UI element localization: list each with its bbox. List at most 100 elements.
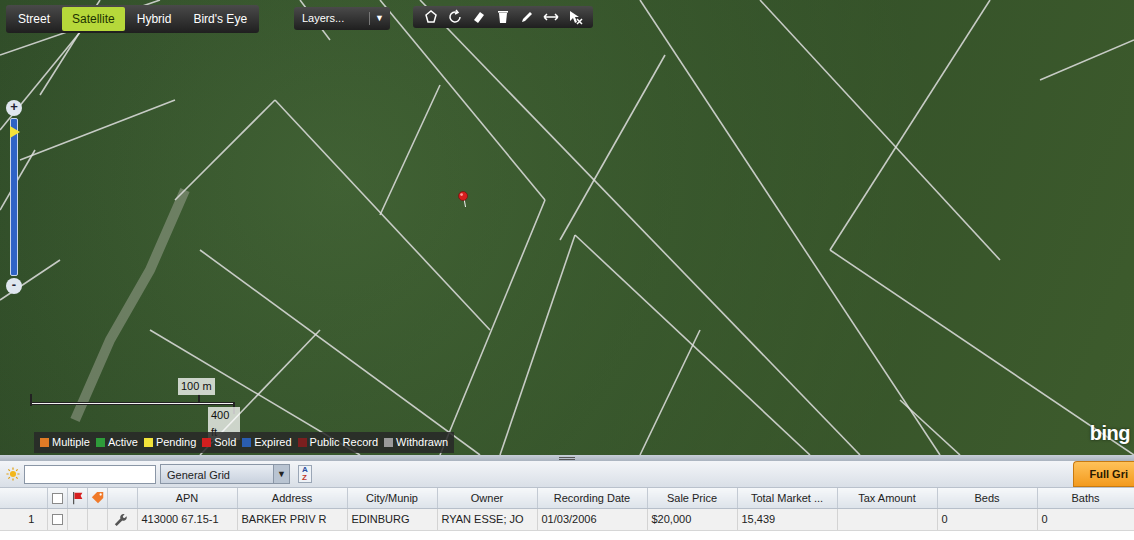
legend-item: Sold (202, 434, 236, 451)
sort-bottom-letter: Z (302, 474, 308, 482)
legend-item: Withdrawn (384, 434, 448, 451)
results-table: APNAddressCity/MunipOwnerRecording DateS… (0, 488, 1134, 531)
column-header[interactable]: Address (237, 488, 347, 508)
column-header[interactable]: APN (137, 488, 237, 508)
parcel-lines (0, 0, 1134, 455)
zoom-control: +- (6, 100, 22, 294)
legend-swatch (144, 438, 153, 447)
row-checkbox[interactable] (52, 514, 63, 525)
legend-item: Multiple (40, 434, 90, 451)
table-cell (837, 508, 937, 530)
row-select-cell (47, 508, 67, 530)
column-header[interactable]: Tax Amount (837, 488, 937, 508)
grid-search-field[interactable] (24, 465, 156, 484)
layers-label: Layers... (302, 10, 344, 27)
scale-line (30, 402, 234, 405)
table-cell: 0 (1037, 508, 1134, 530)
column-header[interactable]: Sale Price (647, 488, 737, 508)
legend-item: Public Record (298, 434, 378, 451)
circle-tool-icon[interactable] (447, 9, 463, 25)
legend-label: Withdrawn (396, 436, 448, 448)
tag-header (87, 488, 107, 508)
scale-metric: 100 m (178, 378, 215, 395)
flag-cell (67, 508, 87, 530)
delete-tool-icon[interactable] (495, 9, 511, 25)
legend-item: Pending (144, 434, 196, 451)
legend-label: Active (108, 436, 138, 448)
table-cell: 15,439 (737, 508, 837, 530)
sun-icon (6, 467, 20, 481)
status-legend: Multiple Active Pending Sold Expired Public R… (34, 432, 454, 453)
clear-selection-icon[interactable] (567, 9, 583, 25)
column-header[interactable]: Baths (1037, 488, 1134, 508)
map-type-tab[interactable]: Bird's Eye (183, 7, 257, 31)
column-header[interactable]: Owner (437, 488, 537, 508)
scale-tick (198, 394, 200, 402)
legend-swatch (384, 438, 393, 447)
wrench-icon[interactable] (112, 512, 127, 527)
legend-item: Active (96, 434, 138, 451)
column-header[interactable]: Recording Date (537, 488, 647, 508)
measure-tool-icon[interactable] (543, 9, 559, 25)
map-pin-icon[interactable] (456, 184, 470, 214)
map-type-tabs: StreetSatelliteHybridBird's Eye (6, 5, 259, 33)
legend-swatch (202, 438, 211, 447)
table-row[interactable]: 1 413000 67.15-1BARKER PRIV REDINBURGRYAN… (0, 508, 1134, 530)
zoom-track[interactable] (10, 118, 18, 276)
polygon-tool-icon[interactable] (423, 9, 439, 25)
table-cell: 0 (937, 508, 1037, 530)
row-number-header (0, 488, 47, 508)
row-number: 1 (0, 508, 47, 530)
scale-bar: 100 m400 ft (28, 378, 240, 424)
bing-logo: bing (1090, 418, 1130, 448)
flag-icon (71, 491, 86, 506)
map-type-tab[interactable]: Street (8, 7, 60, 31)
map-type-tab[interactable]: Satellite (62, 7, 125, 31)
tools-cell (107, 508, 137, 530)
column-header[interactable]: Total Market ... (737, 488, 837, 508)
dropdown-caret: ▼ (369, 12, 384, 26)
scale-tick (30, 394, 32, 406)
grid-toolbar: General Grid▼ AZ Full Gri (0, 461, 1134, 488)
sort-button[interactable]: AZ (298, 465, 312, 483)
column-header[interactable]: City/Munip (347, 488, 437, 508)
table-cell: RYAN ESSE; JO (437, 508, 537, 530)
table-cell: 413000 67.15-1 (137, 508, 237, 530)
legend-swatch (40, 438, 49, 447)
drawing-toolbar (413, 6, 593, 28)
pencil-tool-icon[interactable] (519, 9, 535, 25)
layers-dropdown[interactable]: Layers... ▼ (294, 7, 390, 30)
zoom-slider-thumb[interactable] (10, 126, 20, 138)
header-row: APNAddressCity/MunipOwnerRecording DateS… (0, 488, 1134, 508)
column-header[interactable]: Beds (937, 488, 1037, 508)
eraser-tool-icon[interactable] (471, 9, 487, 25)
dropdown-caret: ▼ (273, 465, 289, 483)
table-cell: BARKER PRIV R (237, 508, 347, 530)
flag-header (67, 488, 87, 508)
table-cell: 01/03/2006 (537, 508, 647, 530)
zoom-out-button[interactable]: - (6, 278, 22, 294)
tag-icon (91, 491, 106, 506)
table-cell: EDINBURG (347, 508, 437, 530)
legend-swatch (298, 438, 307, 447)
grip-icon (559, 457, 575, 460)
legend-swatch (96, 438, 105, 447)
legend-label: Public Record (310, 436, 378, 448)
legend-label: Multiple (52, 436, 90, 448)
tag-cell (87, 508, 107, 530)
table-header: APNAddressCity/MunipOwnerRecording DateS… (0, 488, 1134, 508)
full-grid-button[interactable]: Full Gri (1073, 461, 1134, 488)
legend-item: Expired (242, 434, 291, 451)
grid-view-label: General Grid (161, 465, 273, 483)
tools-header (107, 488, 137, 508)
table-body: 1 413000 67.15-1BARKER PRIV REDINBURGRYAN… (0, 508, 1134, 530)
legend-swatch (242, 438, 251, 447)
grid-view-select[interactable]: General Grid▼ (160, 464, 290, 484)
select-all-checkbox[interactable] (52, 493, 63, 504)
map-type-tab[interactable]: Hybrid (127, 7, 182, 31)
results-grid: APNAddressCity/MunipOwnerRecording DateS… (0, 488, 1134, 531)
select-all-header (47, 488, 67, 508)
satellite-map[interactable]: StreetSatelliteHybridBird's Eye Layers...… (0, 0, 1134, 455)
legend-label: Sold (214, 436, 236, 448)
zoom-in-button[interactable]: + (6, 100, 22, 116)
